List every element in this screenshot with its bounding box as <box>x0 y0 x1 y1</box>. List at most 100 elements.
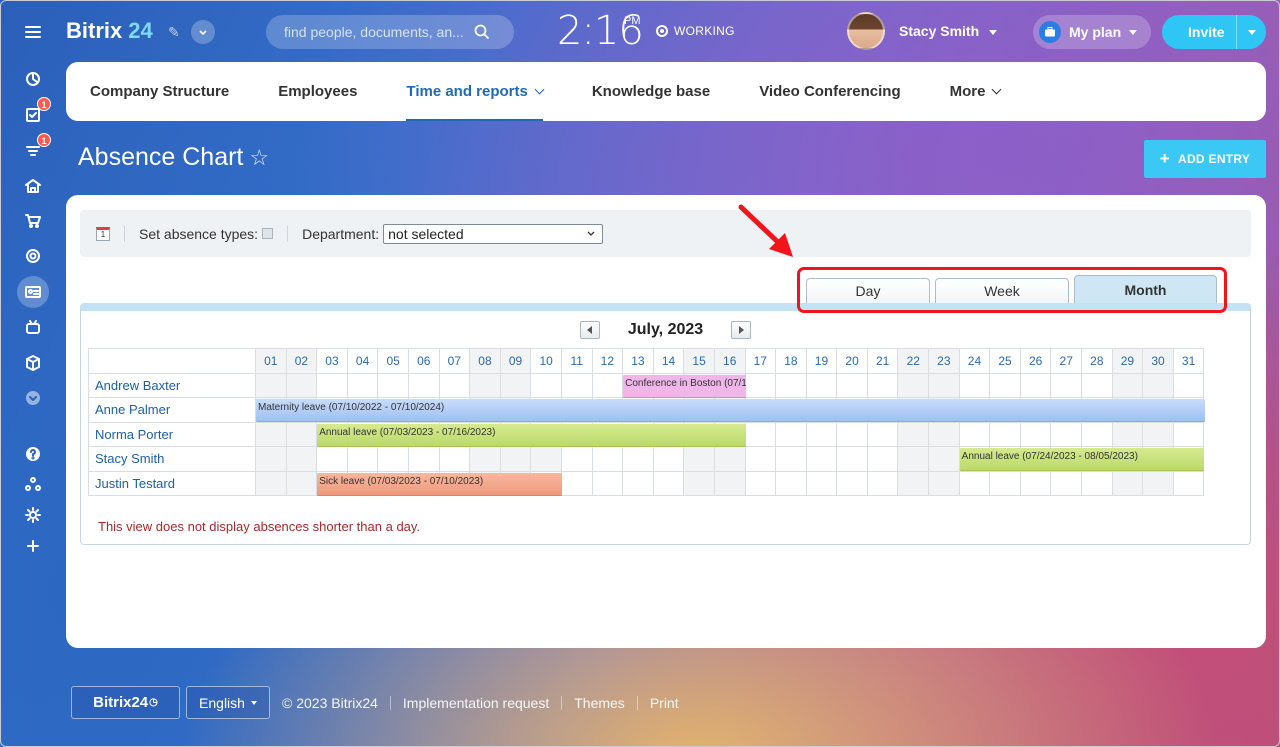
menu-icon[interactable] <box>17 18 49 46</box>
star-icon[interactable]: ☆ <box>249 145 269 171</box>
crm-filter-icon[interactable]: 1 <box>17 133 51 165</box>
more-down-icon[interactable] <box>17 384 49 412</box>
department-select[interactable]: not selected <box>383 223 604 244</box>
month-navigator: July, 2023 <box>81 321 1250 339</box>
day-cell <box>1111 372 1144 398</box>
tab-knowledge-base[interactable]: Knowledge base <box>592 62 710 121</box>
invite-dropdown[interactable] <box>1236 15 1266 49</box>
day-cell: Maternity leave (07/10/2022 - 07/10/2024… <box>255 397 1205 423</box>
tab-video-conferencing[interactable]: Video Conferencing <box>759 62 900 121</box>
pencil-icon[interactable]: ✎ <box>168 24 180 41</box>
top-nav-tabs: Company Structure Employees Time and rep… <box>66 62 1266 121</box>
day-header: 08 <box>469 348 501 374</box>
absence-bar[interactable]: Annual leave (07/03/2023 - 07/16/2023) <box>317 423 746 447</box>
employee-card-icon[interactable] <box>17 276 49 308</box>
day-cell <box>316 372 348 398</box>
view-tab-label: Month <box>1124 281 1167 298</box>
day-header: 05 <box>377 348 409 374</box>
chevron-down-icon[interactable] <box>191 20 215 44</box>
divider <box>389 695 391 710</box>
day-cell <box>255 470 287 496</box>
day-cell <box>897 446 930 472</box>
add-entry-label: ADD ENTRY <box>1177 152 1251 166</box>
footer-link-print[interactable]: Print <box>650 695 679 711</box>
language-select[interactable]: English <box>186 686 270 719</box>
day-cell: Sick leave (07/03/2023 - 07/10/2023) <box>316 470 562 496</box>
day-cell <box>775 372 807 398</box>
day-cell <box>560 372 593 398</box>
activity-stream-icon[interactable] <box>17 65 49 93</box>
employee-name-link[interactable]: Norma Porter <box>88 421 256 447</box>
plus-icon: + <box>1159 149 1170 168</box>
footer-link-implementation[interactable]: Implementation request <box>403 695 549 711</box>
tab-more[interactable]: More <box>950 62 1002 121</box>
day-cell <box>469 446 501 472</box>
logo-number: 24 <box>128 18 153 43</box>
employee-name-link[interactable]: Justin Testard <box>88 470 256 496</box>
calendar-icon[interactable]: 1 <box>96 226 110 241</box>
add-entry-button[interactable]: + ADD ENTRY <box>1144 140 1266 178</box>
view-tab-day[interactable]: Day <box>806 278 930 303</box>
caret-down-icon <box>250 700 257 705</box>
target-icon[interactable] <box>17 242 49 270</box>
robot-icon[interactable] <box>17 313 49 341</box>
filter-bar: 1 Set absence types: Department: not sel… <box>80 210 1251 257</box>
view-tab-month[interactable]: Month <box>1074 275 1217 303</box>
day-cell: Conference in Boston (07/13/2023 - 07/16… <box>622 372 746 398</box>
clock-icon: ◷ <box>149 697 158 708</box>
company-icon[interactable] <box>17 172 49 200</box>
app-logo[interactable]: Bitrix 24 <box>66 18 153 44</box>
tasks-icon[interactable]: 1 <box>17 97 51 129</box>
day-cell <box>438 446 471 472</box>
view-tab-week[interactable]: Week <box>935 278 1069 303</box>
day-cell <box>897 470 930 496</box>
plus-icon[interactable] <box>17 532 49 560</box>
search-box[interactable] <box>266 15 514 49</box>
employee-name-link[interactable]: Anne Palmer <box>88 397 256 423</box>
prev-month-button[interactable] <box>579 321 600 339</box>
absence-types-checkbox[interactable] <box>262 228 274 239</box>
day-cell <box>1019 470 1052 496</box>
employee-name-link[interactable]: Andrew Baxter <box>88 372 256 398</box>
day-cell <box>805 446 838 472</box>
calendar-grid: July, 2023 01 02 03 04 05 06 07 08 09 10 11 12 13 14 1… <box>80 303 1251 545</box>
my-plan-button[interactable]: My plan <box>1033 15 1151 49</box>
footer-link-themes[interactable]: Themes <box>574 695 625 711</box>
day-header: 14 <box>652 348 685 374</box>
day-cell <box>713 470 746 496</box>
day-header: 22 <box>897 348 930 374</box>
user-menu[interactable]: Stacy Smith <box>899 23 998 39</box>
absence-bar[interactable]: Conference in Boston (07/13/2023 - 07/16… <box>623 374 746 398</box>
day-header: 29 <box>1111 348 1144 374</box>
chevron-down-icon <box>534 84 545 95</box>
tasks-badge: 1 <box>37 97 51 111</box>
box-icon[interactable] <box>17 349 49 377</box>
day-cell <box>622 446 654 472</box>
shop-cart-icon[interactable] <box>17 207 49 235</box>
day-header: 02 <box>285 348 318 374</box>
structure-icon[interactable] <box>17 470 49 498</box>
avatar[interactable] <box>847 12 885 50</box>
day-header-row: 01 02 03 04 05 06 07 08 09 10 11 12 13 14 15 16 17 18 19 20… <box>88 348 1205 374</box>
day-cell <box>1172 470 1205 496</box>
tab-time-and-reports[interactable]: Time and reports <box>406 62 545 121</box>
next-month-button[interactable] <box>731 321 752 339</box>
work-status[interactable]: WORKING <box>656 24 735 38</box>
invite-button[interactable]: Invite <box>1162 15 1266 49</box>
absence-bar[interactable]: Sick leave (07/03/2023 - 07/10/2023) <box>317 472 562 496</box>
absence-bar[interactable]: Maternity leave (07/10/2022 - 07/10/2024… <box>256 399 1205 422</box>
day-cell <box>622 470 654 496</box>
day-cell <box>836 372 868 398</box>
settings-icon[interactable] <box>17 501 49 529</box>
absence-bar[interactable]: Annual leave (07/24/2023 - 08/05/2023) <box>959 448 1205 471</box>
tab-employees[interactable]: Employees <box>278 62 357 121</box>
table-row: Andrew Baxter Conference in Boston (07/13… <box>88 372 1205 398</box>
footer-logo[interactable]: Bitrix24 ◷ <box>71 686 180 719</box>
search-input[interactable] <box>284 24 474 40</box>
employee-name-link[interactable]: Stacy Smith <box>88 446 256 472</box>
search-icon[interactable] <box>474 24 490 40</box>
day-header: 12 <box>591 348 624 374</box>
tab-company-structure[interactable]: Company Structure <box>90 62 229 121</box>
day-cell <box>1142 470 1174 496</box>
help-icon[interactable] <box>17 440 49 468</box>
